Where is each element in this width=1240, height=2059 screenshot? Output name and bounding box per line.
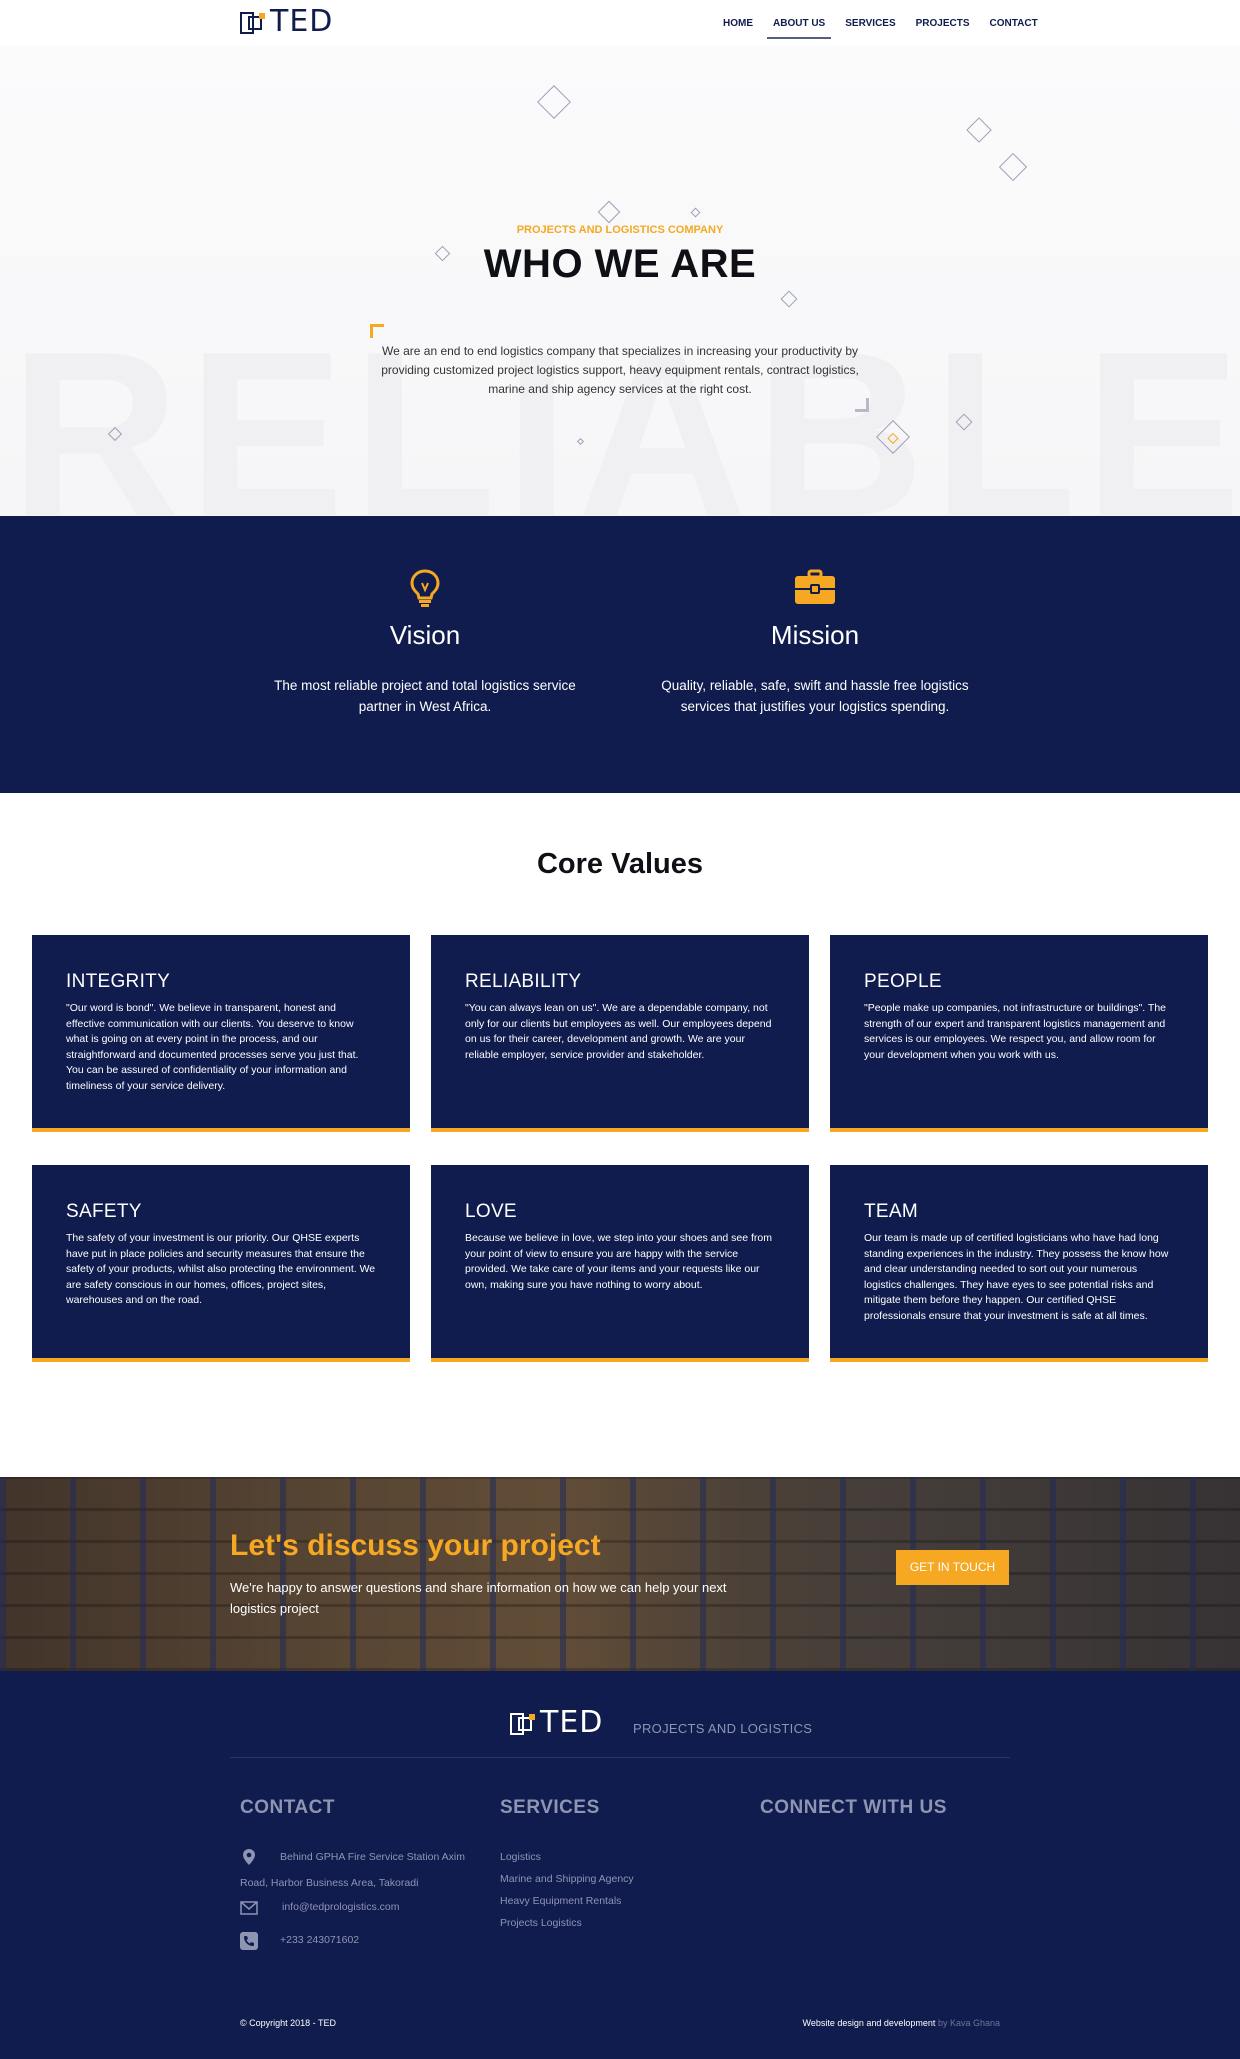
footer-service-link[interactable]: Marine and Shipping Agency xyxy=(500,1873,634,1885)
phone-icon xyxy=(240,1932,258,1950)
footer-tagline: PROJECTS AND LOGISTICS xyxy=(633,1721,813,1736)
footer-address-line2: Road, Harbor Business Area, Takoradi xyxy=(240,1877,419,1889)
credit-author-link[interactable]: by Kava Ghana xyxy=(938,2018,1000,2028)
value-card-title: INTEGRITY xyxy=(66,971,171,992)
main-nav: HOME ABOUT US SERVICES PROJECTS CONTACT xyxy=(713,15,1048,39)
nav-services[interactable]: SERVICES xyxy=(835,15,905,39)
footer-service-link[interactable]: Projects Logistics xyxy=(500,1917,582,1929)
footer-phone-link[interactable]: +233 243071602 xyxy=(280,1928,359,1953)
value-card-text: Our team is made up of certified logisti… xyxy=(864,1232,1169,1322)
footer-address-line1: Behind GPHA Fire Service Station Axim xyxy=(280,1851,465,1863)
nav-about-us[interactable]: ABOUT US xyxy=(763,15,835,39)
page-title: WHO WE ARE xyxy=(483,242,757,286)
logo-mark-icon xyxy=(240,12,265,34)
get-in-touch-button[interactable]: GET IN TOUCH xyxy=(896,1550,1009,1585)
nav-home[interactable]: HOME xyxy=(713,15,763,39)
footer-service-link[interactable]: Heavy Equipment Rentals xyxy=(500,1895,621,1907)
value-card-people: PEOPLE "People make up companies, not in… xyxy=(830,935,1208,1132)
site-footer: TED PROJECTS AND LOGISTICS CONTACT Behin… xyxy=(0,1671,1240,2059)
footer-connect-heading: CONNECT WITH US xyxy=(760,1797,947,1818)
vision-mission-section: Vision The most reliable project and tot… xyxy=(0,516,1240,793)
vision-title: Vision xyxy=(389,620,461,650)
lightbulb-icon xyxy=(410,569,440,607)
value-card-love: LOVE Because we believe in love, we step… xyxy=(431,1165,809,1362)
value-card-title: PEOPLE xyxy=(864,971,942,992)
decor-diamond-icon xyxy=(966,117,992,143)
value-card-text: Because we believe in love, we step into… xyxy=(465,1232,773,1291)
footer-service-link[interactable]: Logistics xyxy=(500,1851,541,1863)
decor-diamond-icon xyxy=(690,207,701,218)
value-card-title: SAFETY xyxy=(66,1201,142,1222)
credit-text: Website design and development by Kava G… xyxy=(803,2018,1000,2028)
decor-diamond-icon xyxy=(537,85,571,119)
cta-banner: Let's discuss your project We're happy t… xyxy=(0,1477,1240,1671)
value-card-text: "People make up companies, not infrastru… xyxy=(864,1002,1167,1061)
vision-block: Vision The most reliable project and tot… xyxy=(265,566,585,717)
logo-mark-icon xyxy=(510,1713,535,1735)
value-card-integrity: INTEGRITY "Our word is bond". We believe… xyxy=(32,935,410,1132)
decor-diamond-icon xyxy=(998,152,1028,182)
hero-kicker: PROJECTS AND LOGISTICS COMPANY xyxy=(516,224,724,236)
footer-services-heading: SERVICES xyxy=(500,1797,600,1818)
mission-title: Mission xyxy=(770,620,860,650)
mission-text: Quality, reliable, safe, swift and hassl… xyxy=(661,678,969,714)
top-navbar: TED HOME ABOUT US SERVICES PROJECTS CONT… xyxy=(0,0,1240,46)
warehouse-background-image xyxy=(0,1477,1240,1671)
logo-wordmark: TED xyxy=(270,4,334,39)
footer-logo[interactable]: TED xyxy=(510,1705,610,1743)
value-card-team: TEAM Our team is made up of certified lo… xyxy=(830,1165,1208,1362)
quote-corner-decor xyxy=(370,324,384,338)
value-card-title: LOVE xyxy=(465,1201,517,1222)
cta-text: We're happy to answer questions and shar… xyxy=(230,1580,727,1616)
hero-intro-text: We are an end to end logistics company t… xyxy=(381,344,859,396)
copyright-text: © Copyright 2018 - TED xyxy=(240,2018,337,2028)
envelope-icon xyxy=(240,1901,258,1915)
location-pin-icon xyxy=(243,1849,255,1865)
value-card-title: RELIABILITY xyxy=(465,971,582,992)
core-values-title: Core Values xyxy=(536,848,704,880)
briefcase-icon xyxy=(795,569,835,604)
footer-contact-heading: CONTACT xyxy=(240,1797,335,1818)
value-card-text: "Our word is bond". We believe in transp… xyxy=(66,1002,359,1092)
nav-projects[interactable]: PROJECTS xyxy=(906,15,980,39)
vision-text: The most reliable project and total logi… xyxy=(274,678,576,714)
nav-contact[interactable]: CONTACT xyxy=(980,15,1048,39)
value-card-title: TEAM xyxy=(864,1201,918,1222)
value-card-text: The safety of your investment is our pri… xyxy=(66,1232,376,1306)
mission-block: Mission Quality, reliable, safe, swift a… xyxy=(655,566,975,717)
brand-logo[interactable]: TED xyxy=(240,4,340,42)
value-card-text: "You can always lean on us". We are a de… xyxy=(465,1002,772,1061)
logo-wordmark: TED xyxy=(540,1705,604,1740)
hero-section: RELIABLE PROJECTS AND LOGISTICS COMPANY … xyxy=(0,46,1240,516)
credit-prefix: Website design and development xyxy=(802,2018,936,2028)
value-card-reliability: RELIABILITY "You can always lean on us".… xyxy=(431,935,809,1132)
decor-diamond-icon xyxy=(597,200,621,224)
footer-email-link[interactable]: info@tedprologistics.com xyxy=(282,1895,399,1920)
quote-corner-decor xyxy=(855,398,869,412)
footer-divider xyxy=(230,1757,1010,1758)
value-card-safety: SAFETY The safety of your investment is … xyxy=(32,1165,410,1362)
cta-title: Let's discuss your project xyxy=(230,1529,601,1562)
